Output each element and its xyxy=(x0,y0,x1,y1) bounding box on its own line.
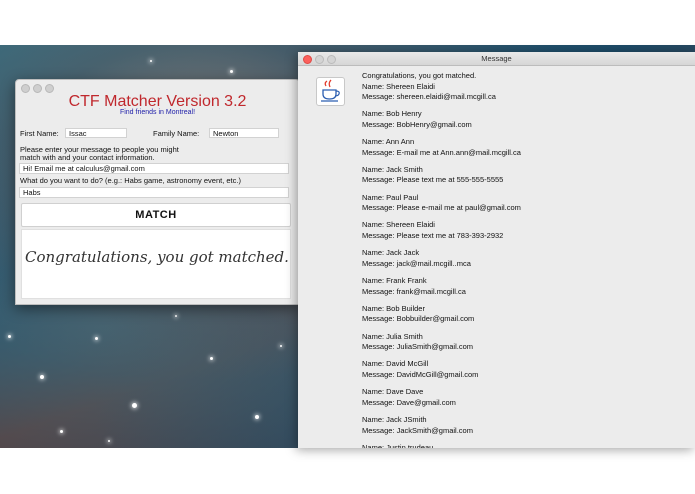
message-prompt-line2: match with and your contact information. xyxy=(20,153,155,162)
entry-message: Message: E-mail me at Ann.ann@mail.mcgil… xyxy=(362,147,521,157)
message-header: Congratulations, you got matched. xyxy=(362,71,477,80)
entry-message: Message: Please text me at 555-555-5555 xyxy=(362,175,504,185)
entry-message: Message: frank@mail.mcgill.ca xyxy=(362,286,466,296)
close-icon[interactable] xyxy=(21,84,30,93)
entry-name: Name: Shereen Elaidi xyxy=(362,220,435,230)
entry-message: Message: Bobbuilder@gmail.com xyxy=(362,314,475,324)
match-result-text: Congratulations, you got matched. xyxy=(25,248,289,266)
message-window: Message Congratulations, you got matched… xyxy=(298,52,695,448)
minimize-icon[interactable] xyxy=(315,55,324,64)
message-entry: Name: Dave Dave Message: Dave@gmail.com xyxy=(362,387,692,415)
match-button[interactable]: MATCH xyxy=(21,203,291,227)
entry-name: Name: Frank Frank xyxy=(362,276,427,286)
entry-name: Name: David McGill xyxy=(362,359,429,369)
message-entry: Name: Paul Paul Message: Please e-mail me… xyxy=(362,193,692,221)
entry-message: Message: jack@mail.mcgill..mca xyxy=(362,258,471,268)
entry-name: Name: Julia Smith xyxy=(362,331,423,341)
entry-name: Name: Dave Dave xyxy=(362,387,424,397)
entry-name: Name: Jack Jack xyxy=(362,248,420,258)
message-entry: Name: Shereen Elaidi Message: Please text… xyxy=(362,220,692,248)
close-icon[interactable] xyxy=(303,55,312,64)
entry-name: Name: Jack JSmith xyxy=(362,415,427,425)
message-window-title: Message xyxy=(481,54,512,63)
message-entry: Name: Bob Builder Message: Bobbuilder@gma… xyxy=(362,304,692,332)
entry-message: Message: BobHenry@gmail.com xyxy=(362,119,472,129)
message-titlebar[interactable]: Message xyxy=(298,52,695,66)
message-entry: Name: Frank Frank Message: frank@mail.mcg… xyxy=(362,276,692,304)
entry-name: Name: Bob Builder xyxy=(362,303,425,313)
matcher-titlebar[interactable] xyxy=(16,80,299,94)
result-panel: Congratulations, you got matched. xyxy=(21,229,291,299)
message-entry: Name: Shereen Elaidi Message: shereen.ela… xyxy=(362,82,692,110)
message-entry: Name: Ann Ann Message: E-mail me at Ann.a… xyxy=(362,137,692,165)
message-entry: Name: Jack JSmith Message: JackSmith@gmai… xyxy=(362,415,692,443)
message-entry: Name: Jack Jack Message: jack@mail.mcgill… xyxy=(362,248,692,276)
message-entry: Name: Bob Henry Message: BobHenry@gmail.c… xyxy=(362,109,692,137)
message-field[interactable]: Hi! Email me at calculus@gmail.com xyxy=(19,163,289,174)
entry-message: Message: JuliaSmith@gmail.com xyxy=(362,342,473,352)
entry-message: Message: Please text me at 783-393-2932 xyxy=(362,230,504,240)
entry-message: Message: Please e-mail me at paul@gmail.… xyxy=(362,203,521,213)
entry-name: Name: Bob Henry xyxy=(362,109,422,119)
entry-name: Name: Ann Ann xyxy=(362,137,415,147)
app-subtitle: Find friends in Montreal! xyxy=(119,109,196,116)
entry-name: Name: Jack Smith xyxy=(362,164,423,174)
bottom-margin xyxy=(0,448,695,494)
entry-name: Name: Paul Paul xyxy=(362,192,419,202)
entry-name: Name: Shereen Elaidi xyxy=(362,81,435,91)
java-coffee-cup-icon xyxy=(316,77,345,106)
minimize-icon[interactable] xyxy=(33,84,42,93)
entry-message: Message: shereen.elaidi@mail.mcgill.ca xyxy=(362,92,496,101)
family-name-label: Family Name: xyxy=(153,129,200,138)
first-name-label: First Name: xyxy=(20,129,59,138)
family-name-field[interactable]: Newton xyxy=(209,128,279,138)
message-entry: Name: David McGill Message: DavidMcGill@g… xyxy=(362,359,692,387)
zoom-icon[interactable] xyxy=(45,84,54,93)
message-entry: Name: Jack Smith Message: Please text me … xyxy=(362,165,692,193)
entry-message: Message: JackSmith@gmail.com xyxy=(362,425,473,435)
entry-message: Message: Dave@gmail.com xyxy=(362,397,456,407)
activity-field[interactable]: Habs xyxy=(19,187,289,198)
matcher-window: CTF Matcher Version 3.2 Find friends in … xyxy=(15,79,300,305)
first-name-field[interactable]: Issac xyxy=(65,128,127,138)
zoom-icon[interactable] xyxy=(327,55,336,64)
activity-prompt: What do you want to do? (e.g.: Habs game… xyxy=(20,176,241,185)
entry-name: Name: Justin trudeau xyxy=(362,442,434,448)
entry-message: Message: DavidMcGill@gmail.com xyxy=(362,369,479,379)
message-entry: Name: Julia Smith Message: JuliaSmith@gma… xyxy=(362,332,692,360)
message-body: Congratulations, you got matched. Name: … xyxy=(362,71,692,448)
top-margin xyxy=(0,0,695,45)
message-entry: Name: Justin trudeau xyxy=(362,443,692,448)
